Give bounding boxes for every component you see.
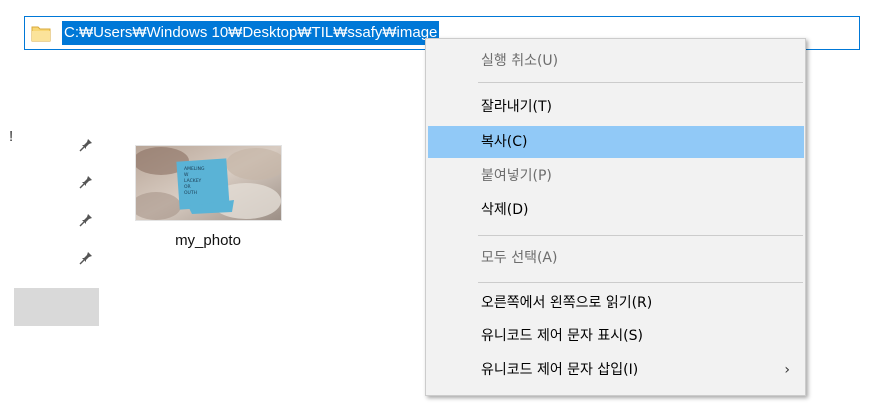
- menu-item-paste[interactable]: 붙여넣기(P): [428, 160, 804, 192]
- menu-item-select-all[interactable]: 모두 선택(A): [428, 242, 804, 274]
- pin-icon: [79, 176, 92, 189]
- menu-item-insert-unicode-label: 유니코드 제어 문자 삽입(I): [481, 362, 639, 378]
- file-explorer-window: C:₩Users₩Windows 10₩Desktop₩TIL₩ssafy₩im…: [0, 0, 876, 412]
- menu-item-right-to-left[interactable]: 오른쪽에서 왼쪽으로 읽기(R): [428, 287, 804, 319]
- chevron-right-icon: ›: [784, 362, 790, 378]
- file-thumbnail[interactable]: AMELING W LACKEY OR OUTH: [135, 145, 282, 221]
- pin-icon: [79, 252, 92, 265]
- nav-item-partial-text[interactable]: !: [9, 128, 13, 145]
- address-path-text[interactable]: C:₩Users₩Windows 10₩Desktop₩TIL₩ssafy₩im…: [62, 21, 440, 45]
- file-name-label[interactable]: my_photo: [120, 232, 296, 249]
- menu-item-undo[interactable]: 실행 취소(U): [428, 45, 804, 77]
- menu-separator: [478, 82, 803, 83]
- nav-item-selected[interactable]: [14, 288, 99, 326]
- pin-icon: [79, 214, 92, 227]
- menu-item-cut[interactable]: 잘라내기(T): [428, 91, 804, 123]
- svg-text:W: W: [184, 172, 189, 178]
- svg-text:LACKEY: LACKEY: [184, 178, 202, 184]
- svg-text:OR: OR: [184, 184, 191, 190]
- folder-icon: [31, 26, 51, 42]
- photo-thumbnail-image: AMELING W LACKEY OR OUTH: [136, 146, 281, 220]
- menu-separator: [478, 282, 803, 283]
- menu-item-copy[interactable]: 복사(C): [428, 126, 804, 158]
- svg-text:AMELING: AMELING: [184, 166, 205, 172]
- menu-item-show-unicode[interactable]: 유니코드 제어 문자 표시(S): [428, 320, 804, 352]
- svg-text:OUTH: OUTH: [184, 190, 197, 196]
- menu-item-insert-unicode[interactable]: 유니코드 제어 문자 삽입(I) ›: [428, 354, 804, 386]
- pin-icon: [79, 139, 92, 152]
- menu-item-delete[interactable]: 삭제(D): [428, 194, 804, 226]
- menu-separator: [478, 235, 803, 236]
- context-menu: 실행 취소(U) 잘라내기(T) 복사(C) 붙여넣기(P) 삭제(D) 모두 …: [425, 38, 806, 396]
